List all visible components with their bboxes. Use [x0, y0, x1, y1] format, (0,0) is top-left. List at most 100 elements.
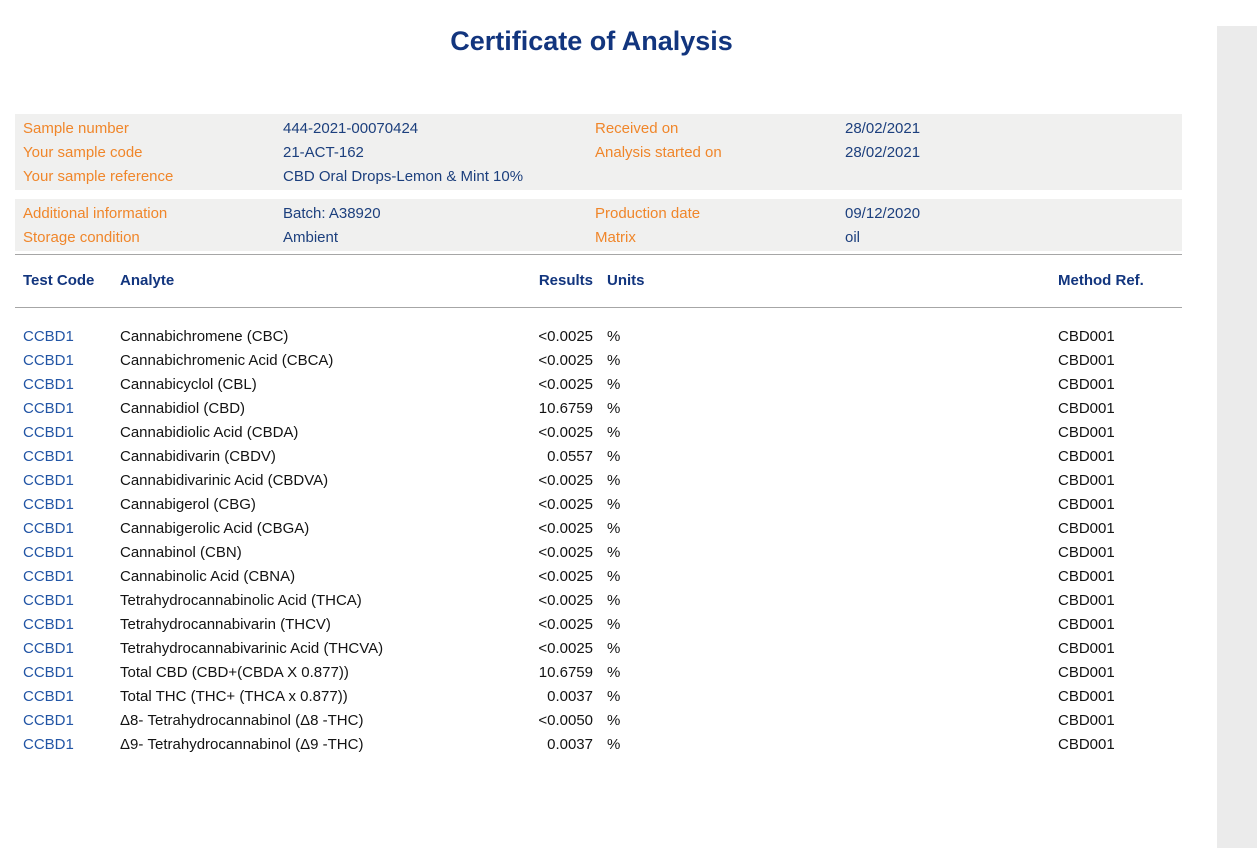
analyte-cell: Total THC (THC+ (THCA x 0.877)) [120, 685, 460, 709]
test-code-cell: CCBD1 [15, 661, 120, 685]
test-code-cell: CCBD1 [15, 421, 120, 445]
field-label: Production date [595, 202, 845, 226]
sample-info-left-column: Sample number 444-2021-00070424 Your sam… [23, 117, 595, 189]
table-row: CCBD1 Cannabidiolic Acid (CBDA) <0.0025 … [15, 421, 1182, 445]
table-row: CCBD1 Cannabidivarinic Acid (CBDVA) <0.0… [15, 469, 1182, 493]
field-label: Analysis started on [595, 141, 845, 165]
unit-cell: % [593, 517, 658, 541]
column-header-test-code: Test Code [15, 272, 120, 290]
test-code-cell: CCBD1 [15, 637, 120, 661]
result-cell: <0.0025 [460, 325, 593, 349]
test-code-cell: CCBD1 [15, 493, 120, 517]
method-ref-cell: CBD001 [658, 733, 1182, 757]
test-code-cell: CCBD1 [15, 325, 120, 349]
method-ref-cell: CBD001 [658, 565, 1182, 589]
analyte-cell: Cannabidivarinic Acid (CBDVA) [120, 469, 460, 493]
viewer-right-margin [1217, 26, 1257, 848]
result-cell: 0.0557 [460, 445, 593, 469]
method-ref-cell: CBD001 [658, 517, 1182, 541]
unit-cell: % [593, 493, 658, 517]
unit-cell: % [593, 685, 658, 709]
method-ref-cell: CBD001 [658, 349, 1182, 373]
table-row: CCBD1 Total THC (THC+ (THCA x 0.877)) 0.… [15, 685, 1182, 709]
info-field: Sample number 444-2021-00070424 [23, 117, 595, 141]
table-row: CCBD1 Δ9- Tetrahydrocannabinol (Δ9 -THC)… [15, 733, 1182, 757]
method-ref-cell: CBD001 [658, 709, 1182, 733]
result-cell: <0.0025 [460, 469, 593, 493]
analyte-cell: Cannabigerol (CBG) [120, 493, 460, 517]
additional-info-box: Additional information Batch: A38920 Sto… [15, 199, 1182, 251]
test-code-cell: CCBD1 [15, 517, 120, 541]
analyte-cell: Tetrahydrocannabivarinic Acid (THCVA) [120, 637, 460, 661]
info-field: Received on 28/02/2021 [595, 117, 1182, 141]
test-code-cell: CCBD1 [15, 589, 120, 613]
unit-cell: % [593, 421, 658, 445]
info-field: Your sample reference CBD Oral Drops-Lem… [23, 165, 595, 189]
result-cell: <0.0025 [460, 349, 593, 373]
column-header-units: Units [593, 272, 658, 290]
info-field: Additional information Batch: A38920 [23, 202, 595, 226]
certificate-page: Certificate of Analysis Sample number 44… [0, 26, 1217, 757]
info-field: Analysis started on 28/02/2021 [595, 141, 1182, 165]
result-cell: <0.0025 [460, 565, 593, 589]
analyte-cell: Cannabidiol (CBD) [120, 397, 460, 421]
table-row: CCBD1 Total CBD (CBD+(CBDA X 0.877)) 10.… [15, 661, 1182, 685]
analyte-cell: Tetrahydrocannabinolic Acid (THCA) [120, 589, 460, 613]
test-code-cell: CCBD1 [15, 445, 120, 469]
analyte-cell: Cannabinolic Acid (CBNA) [120, 565, 460, 589]
unit-cell: % [593, 325, 658, 349]
result-cell: <0.0025 [460, 373, 593, 397]
field-value: oil [845, 226, 860, 250]
method-ref-cell: CBD001 [658, 613, 1182, 637]
test-code-cell: CCBD1 [15, 709, 120, 733]
column-header-method-ref: Method Ref. [658, 272, 1182, 290]
sample-info-box: Sample number 444-2021-00070424 Your sam… [15, 114, 1182, 190]
table-row: CCBD1 Δ8- Tetrahydrocannabinol (Δ8 -THC)… [15, 709, 1182, 733]
divider [15, 254, 1182, 255]
table-row: CCBD1 Cannabigerol (CBG) <0.0025 % CBD00… [15, 493, 1182, 517]
info-field: Your sample code 21-ACT-162 [23, 141, 595, 165]
method-ref-cell: CBD001 [658, 541, 1182, 565]
field-label: Storage condition [23, 226, 283, 250]
analyte-cell: Total CBD (CBD+(CBDA X 0.877)) [120, 661, 460, 685]
table-row: CCBD1 Cannabidiol (CBD) 10.6759 % CBD001 [15, 397, 1182, 421]
unit-cell: % [593, 469, 658, 493]
field-label: Sample number [23, 117, 283, 141]
test-code-cell: CCBD1 [15, 397, 120, 421]
analyte-cell: Cannabidiolic Acid (CBDA) [120, 421, 460, 445]
unit-cell: % [593, 733, 658, 757]
result-cell: <0.0025 [460, 541, 593, 565]
field-label: Your sample reference [23, 165, 283, 189]
test-code-cell: CCBD1 [15, 613, 120, 637]
results-table-header: Test Code Analyte Results Units Method R… [15, 263, 1182, 299]
method-ref-cell: CBD001 [658, 589, 1182, 613]
analyte-cell: Cannabichromene (CBC) [120, 325, 460, 349]
test-code-cell: CCBD1 [15, 565, 120, 589]
analyte-cell: Cannabichromenic Acid (CBCA) [120, 349, 460, 373]
field-value: CBD Oral Drops-Lemon & Mint 10% [283, 165, 523, 189]
result-cell: 0.0037 [460, 685, 593, 709]
unit-cell: % [593, 589, 658, 613]
divider [15, 307, 1182, 308]
info-field: Matrix oil [595, 226, 1182, 250]
method-ref-cell: CBD001 [658, 421, 1182, 445]
field-value: 444-2021-00070424 [283, 117, 418, 141]
unit-cell: % [593, 445, 658, 469]
analyte-cell: Cannabidivarin (CBDV) [120, 445, 460, 469]
table-row: CCBD1 Cannabinolic Acid (CBNA) <0.0025 %… [15, 565, 1182, 589]
unit-cell: % [593, 349, 658, 373]
table-row: CCBD1 Cannabinol (CBN) <0.0025 % CBD001 [15, 541, 1182, 565]
table-row: CCBD1 Cannabichromene (CBC) <0.0025 % CB… [15, 325, 1182, 349]
analyte-cell: Tetrahydrocannabivarin (THCV) [120, 613, 460, 637]
analyte-cell: Cannabinol (CBN) [120, 541, 460, 565]
table-row: CCBD1 Tetrahydrocannabivarin (THCV) <0.0… [15, 613, 1182, 637]
result-cell: 10.6759 [460, 397, 593, 421]
test-code-cell: CCBD1 [15, 685, 120, 709]
additional-info-left-column: Additional information Batch: A38920 Sto… [23, 202, 595, 250]
page-title: Certificate of Analysis [0, 26, 1183, 57]
analyte-cell: Cannabigerolic Acid (CBGA) [120, 517, 460, 541]
test-code-cell: CCBD1 [15, 469, 120, 493]
sample-info-right-column: Received on 28/02/2021 Analysis started … [595, 117, 1182, 189]
result-cell: <0.0025 [460, 517, 593, 541]
result-cell: <0.0025 [460, 589, 593, 613]
